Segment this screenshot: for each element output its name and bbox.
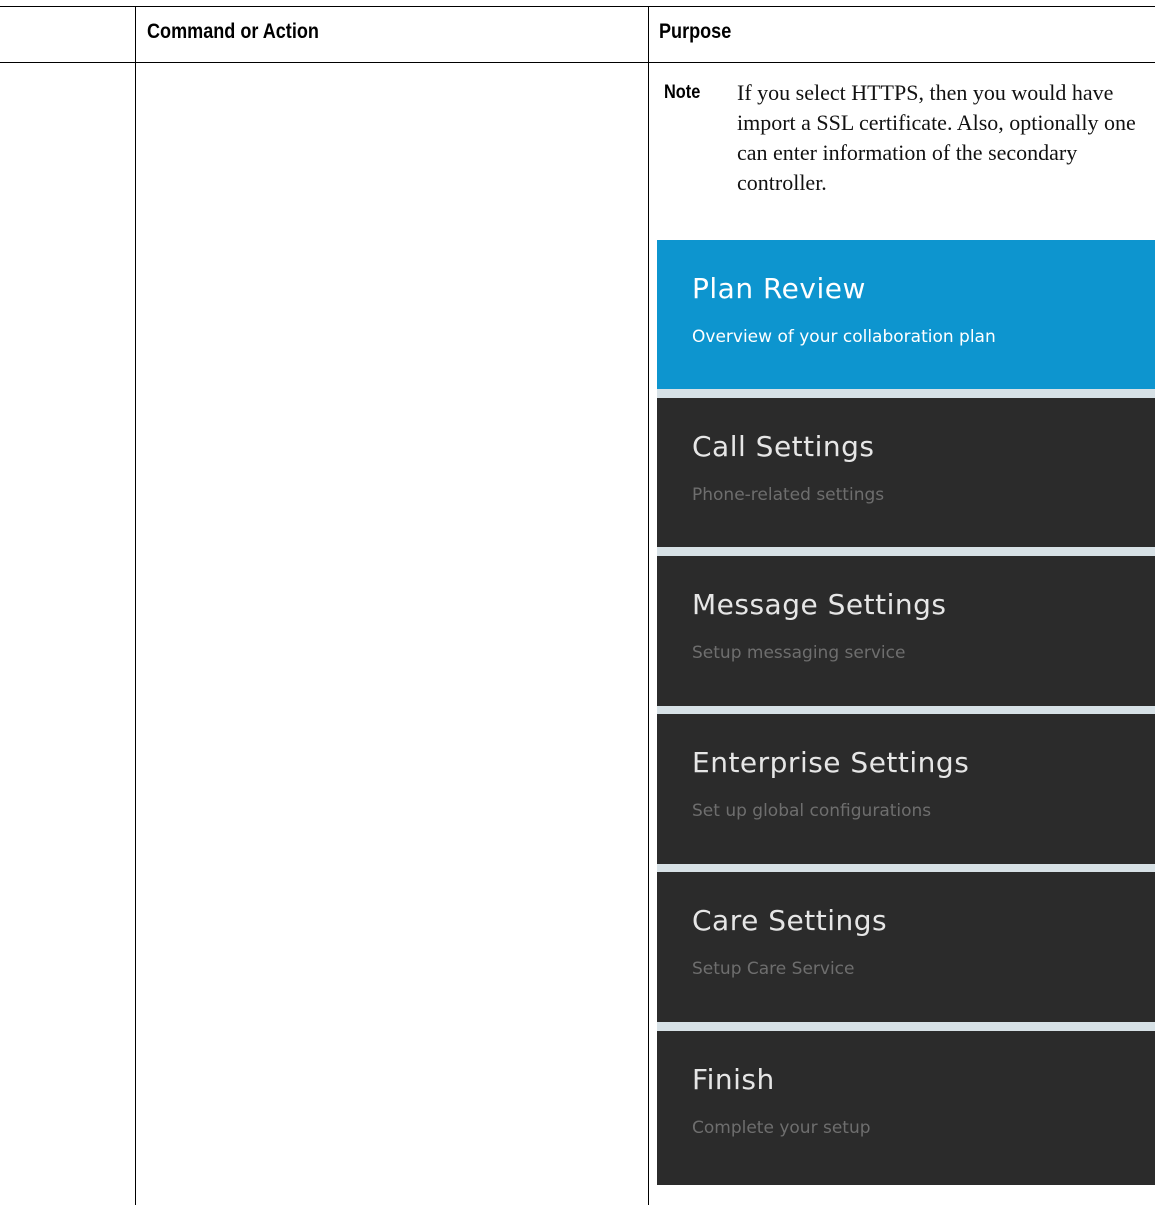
note-label: Note <box>664 82 701 103</box>
note-text: If you select HTTPS, then you would have… <box>737 80 1136 195</box>
step-title: Finish <box>692 1063 775 1096</box>
column-divider-2 <box>648 6 649 1205</box>
wizard-step-call-settings[interactable]: Call Settings Phone-related settings <box>657 398 1155 547</box>
step-subtitle: Set up global configurations <box>692 801 932 821</box>
step-title: Message Settings <box>692 588 947 621</box>
step-subtitle: Setup messaging service <box>692 643 906 663</box>
step-subtitle: Overview of your collaboration plan <box>692 327 996 347</box>
wizard-step-enterprise-settings[interactable]: Enterprise Settings Set up global config… <box>657 714 1155 864</box>
step-subtitle: Phone-related settings <box>692 485 885 505</box>
table-top-border <box>0 6 1155 7</box>
wizard-step-care-settings[interactable]: Care Settings Setup Care Service <box>657 872 1155 1022</box>
column-divider-1 <box>135 6 136 1205</box>
header-purpose: Purpose <box>659 20 732 43</box>
step-title: Care Settings <box>692 904 888 937</box>
step-title: Enterprise Settings <box>692 746 970 779</box>
setup-wizard-steps: Plan Review Overview of your collaborati… <box>657 240 1155 1185</box>
step-subtitle: Complete your setup <box>692 1118 871 1138</box>
step-title: Plan Review <box>692 272 866 305</box>
step-title: Call Settings <box>692 430 875 463</box>
wizard-step-message-settings[interactable]: Message Settings Setup messaging service <box>657 556 1155 706</box>
header-command-or-action: Command or Action <box>147 20 319 43</box>
wizard-step-finish[interactable]: Finish Complete your setup <box>657 1031 1155 1185</box>
wizard-step-plan-review[interactable]: Plan Review Overview of your collaborati… <box>657 240 1155 389</box>
header-bottom-border <box>0 62 1155 63</box>
step-subtitle: Setup Care Service <box>692 959 855 979</box>
